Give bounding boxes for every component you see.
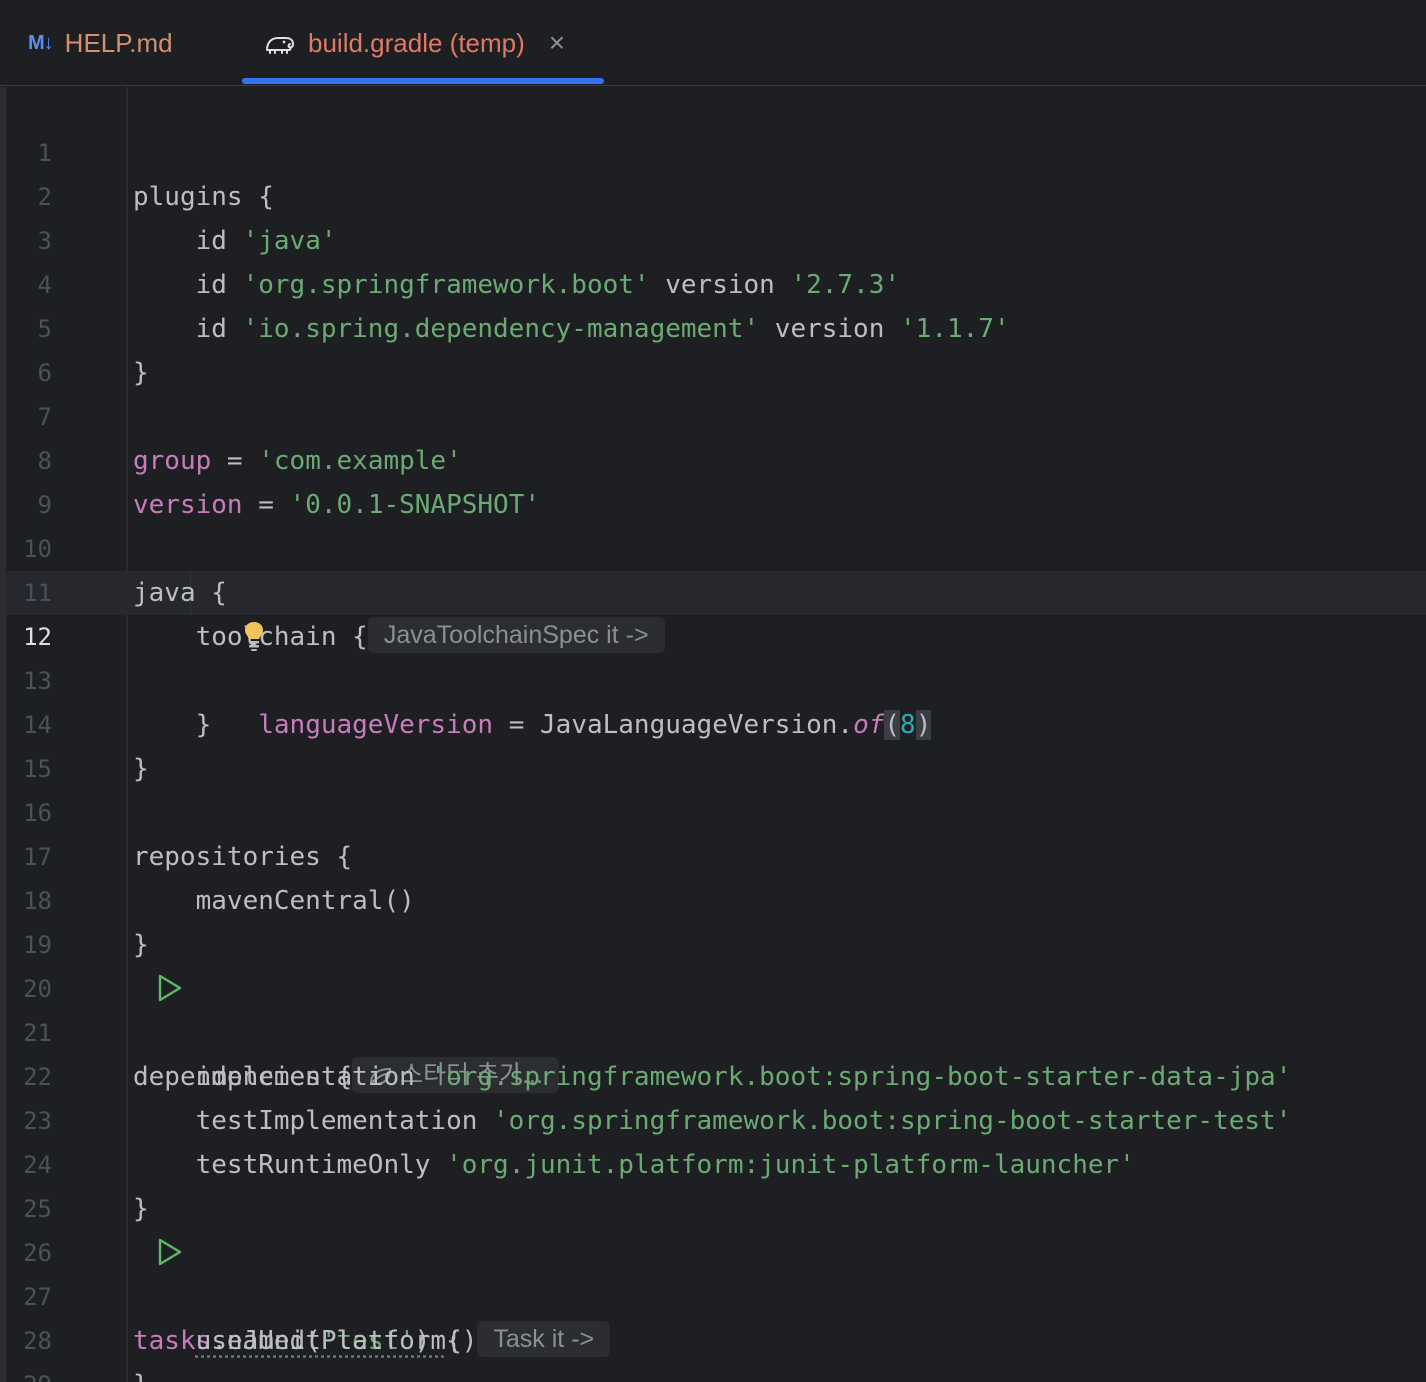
code-line: 22 testImplementation 'org.springframewo… [0, 1011, 1426, 1136]
code-line: 17 mavenCentral() [0, 791, 1426, 916]
markdown-icon: M↓ [28, 31, 54, 54]
code-line: 13 } [0, 615, 1426, 740]
active-tab-indicator [242, 78, 604, 84]
code-text: } [133, 1363, 149, 1382]
code-line: 27 useJUnitPlatform() [0, 1231, 1426, 1356]
code-line: 18 } [0, 835, 1426, 960]
tab-help-md[interactable]: M↓ HELP.md [28, 0, 173, 86]
tab-label: build.gradle (temp) [308, 27, 525, 58]
code-line: 2 id 'java' [0, 131, 1426, 256]
code-line: 19 [0, 879, 1426, 959]
tab-label: HELP.md [64, 27, 173, 58]
code-line: 20 dependencies {스타터 추가... [0, 923, 1426, 1093]
editor-tab-bar: M↓ HELP.md build.gradle (temp) × [0, 0, 1426, 86]
code-line: 5 } [0, 263, 1426, 388]
code-line: 11 toolchain {JavaToolchainSpec it -> [0, 527, 1426, 653]
code-line: 29 [0, 1319, 1426, 1382]
code-line: 4 id 'io.spring.dependency-management' v… [0, 219, 1426, 344]
code-line-current: 12 languageVersion = JavaLanguageVersion… [0, 571, 1426, 740]
code-line: 28 } [0, 1275, 1426, 1382]
code-line: 3 id 'org.springframework.boot' version … [0, 175, 1426, 300]
code-line: 10 java { [0, 483, 1426, 608]
gradle-elephant-icon [264, 30, 296, 56]
code-line: 15 [0, 703, 1426, 783]
code-line: 1 plugins { [0, 87, 1426, 212]
code-line: 16 repositories { [0, 747, 1426, 872]
code-line: 6 [0, 307, 1426, 387]
code-line: 26 tasks.named('test') { Task it -> [0, 1187, 1426, 1357]
close-icon[interactable]: × [549, 27, 565, 59]
line-number: 29 [6, 1363, 52, 1382]
code-line: 23 testRuntimeOnly 'org.junit.platform:j… [0, 1055, 1426, 1180]
code-line: 21 implementation 'org.springframework.b… [0, 967, 1426, 1092]
code-editor[interactable]: 1 plugins { 2 id 'java' 3 id 'org.spring… [0, 87, 1426, 1382]
code-line: 14 } [0, 659, 1426, 784]
code-line: 7 group = 'com.example' [0, 351, 1426, 476]
code-line: 9 [0, 439, 1426, 519]
code-line: 24 } [0, 1099, 1426, 1224]
tab-build-gradle[interactable]: build.gradle (temp) × [264, 0, 565, 86]
code-line: 25 [0, 1143, 1426, 1223]
code-line: 8 version = '0.0.1-SNAPSHOT' [0, 395, 1426, 520]
